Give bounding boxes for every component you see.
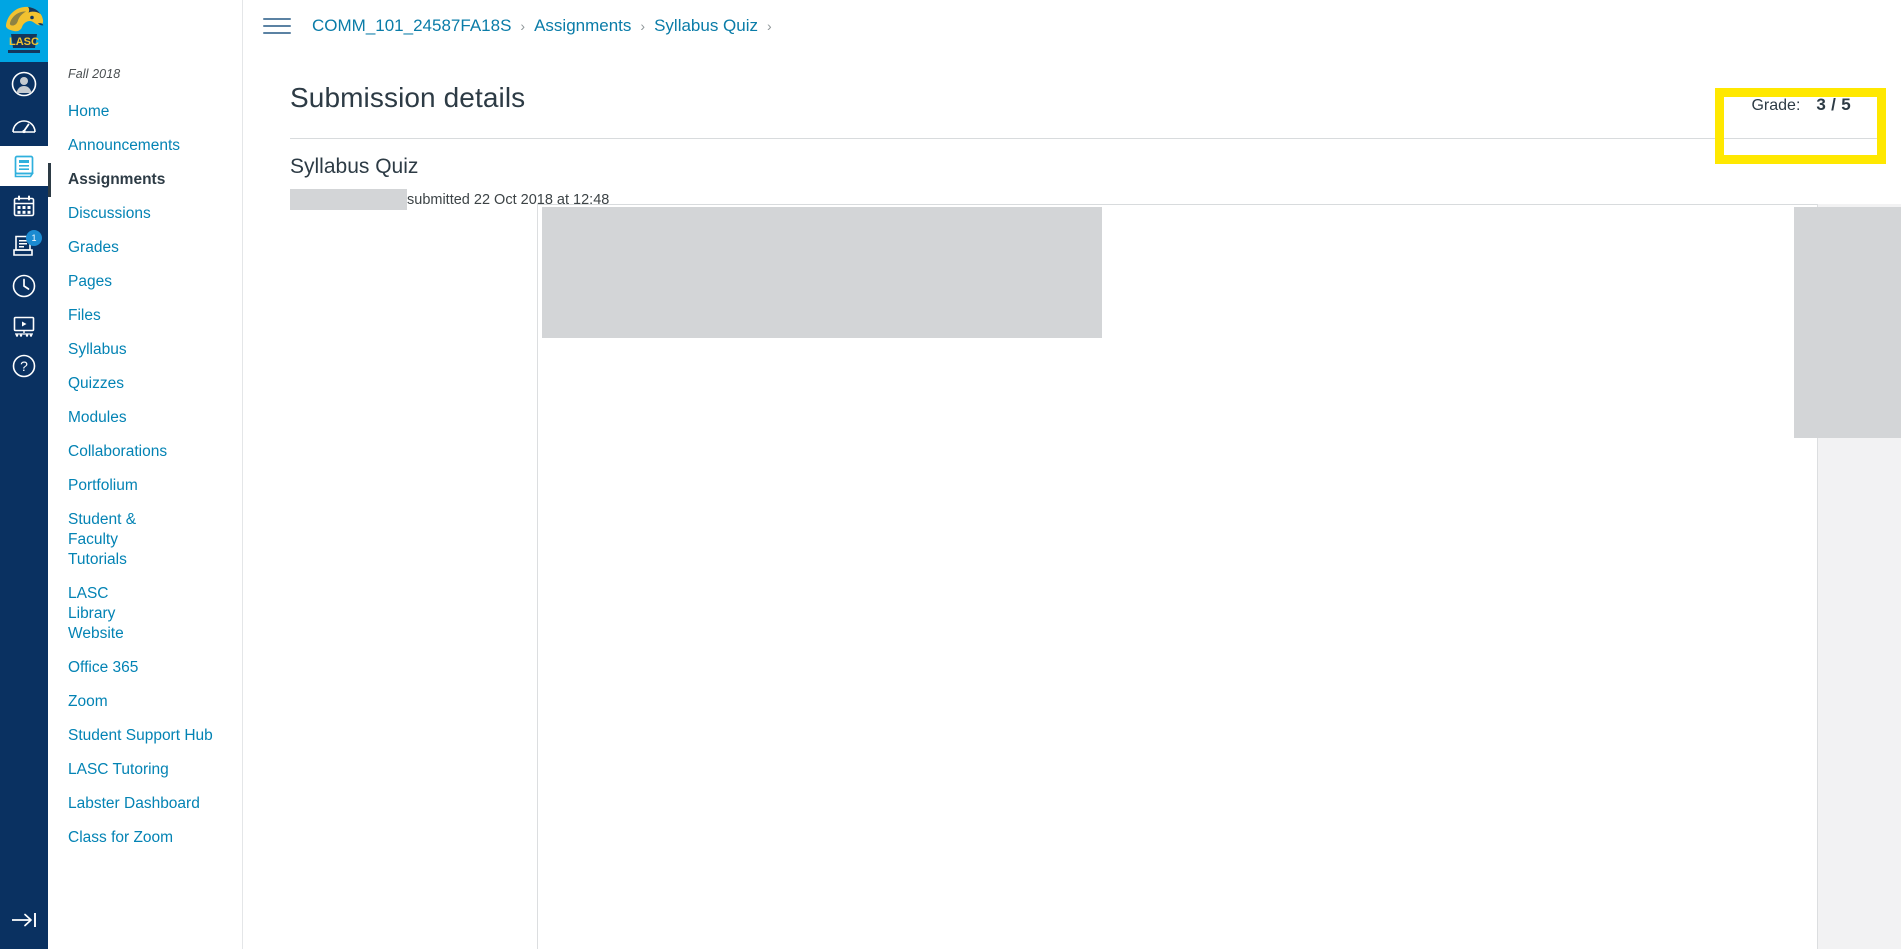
rail-item-inbox[interactable]: 1 [0,226,48,266]
sidebar-item-class-for-zoom[interactable]: Class for Zoom [48,821,242,855]
breadcrumb-course[interactable]: COMM_101_24587FA18S [312,16,511,36]
global-navigation-rail: LASC 1 ? [0,0,48,949]
sidebar-item-student-support-hub[interactable]: Student Support Hub [48,719,242,753]
grade-value: 3 / 5 [1816,94,1851,114]
rail-item-dashboard[interactable] [0,106,48,146]
sidebar-item-modules[interactable]: Modules [48,401,242,435]
rail-collapse-toggle[interactable] [0,903,48,937]
breadcrumb: COMM_101_24587FA18S › Assignments › Syll… [312,16,781,36]
chevron-right-icon: › [520,18,526,34]
rail-item-courses[interactable] [0,146,48,186]
sidebar-item-lasc-library-website[interactable]: LASC Library Website [48,577,158,651]
sidebar-item-assignments[interactable]: Assignments [48,163,242,197]
preview-top-border [537,204,1822,205]
sidebar-item-home[interactable]: Home [48,95,242,129]
breadcrumb-assignments[interactable]: Assignments [534,16,631,36]
submission-content-redaction [542,207,1102,338]
sidebar-item-office-365[interactable]: Office 365 [48,651,242,685]
grade-label: Grade: [1751,96,1801,114]
sidebar-item-files[interactable]: Files [48,299,242,333]
content-wrapper: Submission details Syllabus Quiz submitt… [243,82,1901,210]
preview-left-border [537,204,538,949]
sidebar-item-portfolium[interactable]: Portfolium [48,469,242,503]
course-navigation: Fall 2018 Home Announcements Assignments… [48,0,243,949]
rail-item-history[interactable] [0,266,48,306]
sidebar-item-quizzes[interactable]: Quizzes [48,367,242,401]
inbox-badge: 1 [26,230,42,246]
assignment-title: Syllabus Quiz [290,155,419,178]
sidebar-item-labster-dashboard[interactable]: Labster Dashboard [48,787,242,821]
main-content: COMM_101_24587FA18S › Assignments › Syll… [243,0,1901,949]
svg-text:LASC: LASC [9,36,39,48]
canvas-app: LASC 1 ? Fall 2018 Home Announcements As… [0,0,1901,949]
student-name-redaction [290,189,407,210]
svg-text:?: ? [20,358,28,374]
rail-item-calendar[interactable] [0,186,48,226]
chevron-right-icon: › [640,18,646,34]
breadcrumb-syllabus-quiz[interactable]: Syllabus Quiz [654,16,758,36]
course-nav-list: Home Announcements Assignments Discussio… [48,95,242,855]
breadcrumb-bar: COMM_101_24587FA18S › Assignments › Syll… [243,0,1901,52]
rail-item-help[interactable]: ? [0,346,48,386]
sidebar-item-pages[interactable]: Pages [48,265,242,299]
sidebar-item-collaborations[interactable]: Collaborations [48,435,242,469]
submission-preview-region [537,204,1901,949]
rail-item-account[interactable] [0,62,48,106]
sidebar-item-student-faculty-tutorials[interactable]: Student & Faculty Tutorials [48,503,178,577]
side-panel-redaction [1794,207,1901,438]
chevron-right-icon: › [767,18,772,34]
page-title: Submission details [290,82,526,113]
sidebar-item-discussions[interactable]: Discussions [48,197,242,231]
sidebar-item-syllabus[interactable]: Syllabus [48,333,242,367]
sidebar-item-announcements[interactable]: Announcements [48,129,242,163]
sidebar-item-grades[interactable]: Grades [48,231,242,265]
grade-text-group: Grade: 3 / 5 [1751,95,1880,115]
lasc-cougar-logo[interactable]: LASC [0,0,48,62]
rail-item-studio[interactable] [0,306,48,346]
grade-display: Grade: 3 / 5 [1751,52,1880,157]
sidebar-item-lasc-tutoring[interactable]: LASC Tutoring [48,753,242,787]
hamburger-icon[interactable] [263,12,291,40]
title-divider [290,138,1880,139]
sidebar-item-zoom[interactable]: Zoom [48,685,242,719]
course-term-label: Fall 2018 [68,67,121,81]
